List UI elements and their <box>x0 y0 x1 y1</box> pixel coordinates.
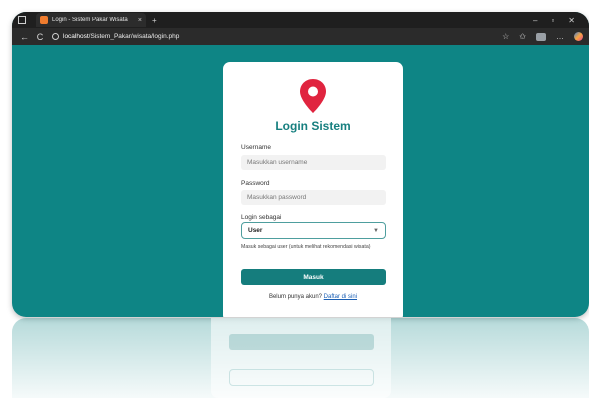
password-field[interactable] <box>241 190 386 205</box>
more-icon[interactable]: … <box>556 32 564 41</box>
submit-button[interactable]: Masuk <box>241 269 386 285</box>
username-field[interactable] <box>241 155 386 170</box>
window-icon[interactable] <box>18 16 26 24</box>
reflection-select <box>229 369 374 386</box>
reload-icon[interactable]: C <box>36 32 44 42</box>
username-input[interactable] <box>247 159 386 166</box>
password-input[interactable] <box>247 194 386 201</box>
copilot-icon[interactable] <box>574 32 583 41</box>
login-card: Login Sistem Username Password Login seb… <box>223 62 403 317</box>
close-window-button[interactable]: ✕ <box>568 16 575 25</box>
maximize-button[interactable]: ▫ <box>551 16 554 25</box>
username-label: Username <box>241 144 271 151</box>
address-bar: ← C localhost/Sistem_Pakar/wisata/login.… <box>12 28 589 45</box>
url-field[interactable]: localhost/Sistem_Pakar/wisata/login.php <box>52 31 372 43</box>
tab-login[interactable]: Login - Sistem Pakar Wisata × <box>36 13 146 27</box>
url-host: localhost <box>63 33 89 40</box>
password-label: Password <box>241 180 270 187</box>
new-tab-button[interactable]: + <box>152 16 157 25</box>
minimize-button[interactable]: – <box>533 16 537 25</box>
favorite-icon[interactable]: ☆ <box>502 32 509 41</box>
reflection-card <box>211 318 391 398</box>
reflection-button <box>229 334 374 350</box>
page-title: Login Sistem <box>275 119 351 133</box>
role-select-value: User <box>248 227 263 234</box>
register-prompt: Belum punya akun? Daftar di sini <box>223 294 403 300</box>
favicon-icon <box>40 16 48 24</box>
browser-window: Login - Sistem Pakar Wisata × + – ▫ ✕ ← … <box>12 12 589 317</box>
title-bar: Login - Sistem Pakar Wisata × + – ▫ ✕ <box>12 12 589 28</box>
role-hint: Masuk sebagai user (untuk melihat rekome… <box>241 244 371 250</box>
chevron-down-icon: ▼ <box>373 227 379 234</box>
toolbar-icons: ☆ ✩ … <box>502 32 589 41</box>
info-icon[interactable] <box>52 33 59 40</box>
tab-title: Login - Sistem Pakar Wisata <box>52 17 128 23</box>
role-label: Login sebagai <box>241 214 282 221</box>
register-text: Belum punya akun? <box>268 294 322 300</box>
url-text: localhost/Sistem_Pakar/wisata/login.php <box>63 33 179 40</box>
role-select[interactable]: User ▼ <box>241 222 386 239</box>
window-reflection <box>12 318 589 398</box>
url-path: /Sistem_Pakar/wisata/login.php <box>88 33 180 40</box>
favorites-icon[interactable]: ✩ <box>519 32 526 41</box>
tab-close-icon[interactable]: × <box>138 17 142 24</box>
back-arrow-icon[interactable]: ← <box>20 32 29 42</box>
screenshot-stage: Login - Sistem Pakar Wisata × + – ▫ ✕ ← … <box>0 0 589 398</box>
location-pin-icon <box>300 79 326 113</box>
window-controls: – ▫ ✕ <box>533 16 589 25</box>
register-link[interactable]: Daftar di sini <box>324 294 357 300</box>
extension-icon[interactable] <box>536 32 546 41</box>
